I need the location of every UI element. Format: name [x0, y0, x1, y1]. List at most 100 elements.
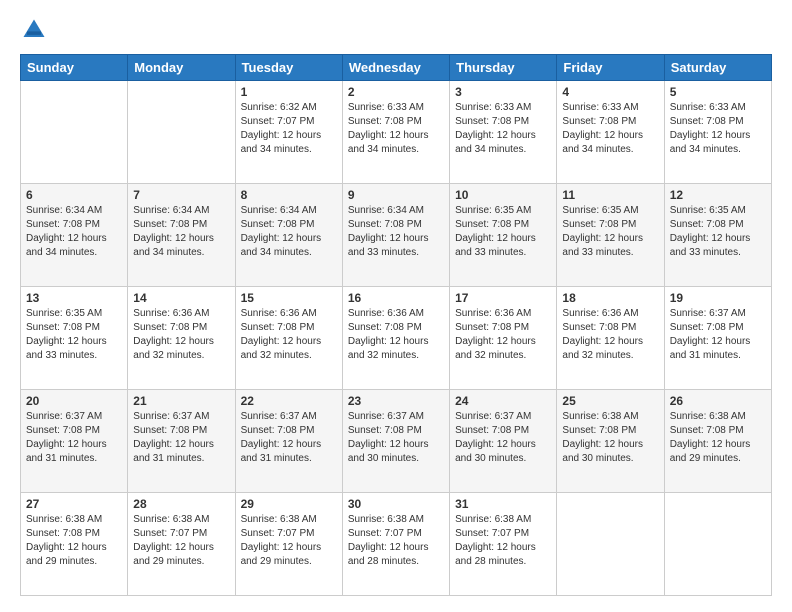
- day-info: Sunrise: 6:37 AM Sunset: 7:08 PM Dayligh…: [348, 410, 444, 466]
- day-number: 6: [26, 188, 122, 202]
- calendar-week-row: 1 Sunrise: 6:32 AM Sunset: 7:07 PM Daylig…: [21, 81, 772, 184]
- day-number: 13: [26, 291, 122, 305]
- calendar-cell: [21, 81, 128, 184]
- day-info: Sunrise: 6:35 AM Sunset: 7:08 PM Dayligh…: [670, 204, 766, 260]
- day-info: Sunrise: 6:33 AM Sunset: 7:08 PM Dayligh…: [562, 101, 658, 157]
- calendar-header-row: SundayMondayTuesdayWednesdayThursdayFrid…: [21, 55, 772, 81]
- day-info: Sunrise: 6:34 AM Sunset: 7:08 PM Dayligh…: [348, 204, 444, 260]
- day-number: 12: [670, 188, 766, 202]
- calendar-cell: 18 Sunrise: 6:36 AM Sunset: 7:08 PM Dayli…: [557, 287, 664, 390]
- calendar-cell: 6 Sunrise: 6:34 AM Sunset: 7:08 PM Daylig…: [21, 184, 128, 287]
- calendar-week-row: 20 Sunrise: 6:37 AM Sunset: 7:08 PM Dayli…: [21, 390, 772, 493]
- day-number: 2: [348, 85, 444, 99]
- calendar-cell: 14 Sunrise: 6:36 AM Sunset: 7:08 PM Dayli…: [128, 287, 235, 390]
- day-number: 9: [348, 188, 444, 202]
- day-number: 16: [348, 291, 444, 305]
- calendar-cell: 12 Sunrise: 6:35 AM Sunset: 7:08 PM Dayli…: [664, 184, 771, 287]
- day-info: Sunrise: 6:37 AM Sunset: 7:08 PM Dayligh…: [455, 410, 551, 466]
- day-info: Sunrise: 6:34 AM Sunset: 7:08 PM Dayligh…: [133, 204, 229, 260]
- day-number: 7: [133, 188, 229, 202]
- day-info: Sunrise: 6:32 AM Sunset: 7:07 PM Dayligh…: [241, 101, 337, 157]
- calendar-cell: 17Sunrise: 6:36 AM Sunset: 7:08 PM Dayli…: [450, 287, 557, 390]
- day-info: Sunrise: 6:35 AM Sunset: 7:08 PM Dayligh…: [455, 204, 551, 260]
- day-number: 27: [26, 497, 122, 511]
- calendar-cell: 9 Sunrise: 6:34 AM Sunset: 7:08 PM Daylig…: [342, 184, 449, 287]
- calendar-cell: 22 Sunrise: 6:37 AM Sunset: 7:08 PM Dayli…: [235, 390, 342, 493]
- page: SundayMondayTuesdayWednesdayThursdayFrid…: [0, 0, 792, 612]
- day-number: 3: [455, 85, 551, 99]
- day-info: Sunrise: 6:38 AM Sunset: 7:08 PM Dayligh…: [26, 513, 122, 569]
- day-number: 21: [133, 394, 229, 408]
- calendar-table: SundayMondayTuesdayWednesdayThursdayFrid…: [20, 54, 772, 596]
- calendar-cell: 26 Sunrise: 6:38 AM Sunset: 7:08 PM Dayli…: [664, 390, 771, 493]
- day-info: Sunrise: 6:38 AM Sunset: 7:08 PM Dayligh…: [670, 410, 766, 466]
- day-info: Sunrise: 6:33 AM Sunset: 7:08 PM Dayligh…: [348, 101, 444, 157]
- calendar-cell: 30Sunrise: 6:38 AM Sunset: 7:07 PM Dayli…: [342, 493, 449, 596]
- day-number: 20: [26, 394, 122, 408]
- calendar-cell: 5 Sunrise: 6:33 AM Sunset: 7:08 PM Daylig…: [664, 81, 771, 184]
- calendar-cell: 16 Sunrise: 6:36 AM Sunset: 7:08 PM Dayli…: [342, 287, 449, 390]
- calendar-cell: 25 Sunrise: 6:38 AM Sunset: 7:08 PM Dayli…: [557, 390, 664, 493]
- calendar-cell: 29Sunrise: 6:38 AM Sunset: 7:07 PM Dayli…: [235, 493, 342, 596]
- logo-icon: [20, 16, 48, 44]
- calendar-cell: [128, 81, 235, 184]
- calendar-cell: [664, 493, 771, 596]
- day-number: 18: [562, 291, 658, 305]
- day-info: Sunrise: 6:37 AM Sunset: 7:08 PM Dayligh…: [133, 410, 229, 466]
- calendar-cell: 11 Sunrise: 6:35 AM Sunset: 7:08 PM Dayli…: [557, 184, 664, 287]
- day-info: Sunrise: 6:38 AM Sunset: 7:07 PM Dayligh…: [133, 513, 229, 569]
- day-info: Sunrise: 6:36 AM Sunset: 7:08 PM Dayligh…: [241, 307, 337, 363]
- calendar-cell: 3 Sunrise: 6:33 AM Sunset: 7:08 PM Daylig…: [450, 81, 557, 184]
- calendar-week-row: 13 Sunrise: 6:35 AM Sunset: 7:08 PM Dayli…: [21, 287, 772, 390]
- calendar-cell: 8 Sunrise: 6:34 AM Sunset: 7:08 PM Daylig…: [235, 184, 342, 287]
- day-number: 19: [670, 291, 766, 305]
- day-number: 5: [670, 85, 766, 99]
- calendar-week-row: 6 Sunrise: 6:34 AM Sunset: 7:08 PM Daylig…: [21, 184, 772, 287]
- calendar-day-header: Sunday: [21, 55, 128, 81]
- day-number: 22: [241, 394, 337, 408]
- calendar-day-header: Saturday: [664, 55, 771, 81]
- calendar-cell: 2 Sunrise: 6:33 AM Sunset: 7:08 PM Daylig…: [342, 81, 449, 184]
- day-info: Sunrise: 6:37 AM Sunset: 7:08 PM Dayligh…: [26, 410, 122, 466]
- day-number: 26: [670, 394, 766, 408]
- day-number: 14: [133, 291, 229, 305]
- day-number: 25: [562, 394, 658, 408]
- header: [20, 16, 772, 44]
- day-info: Sunrise: 6:36 AM Sunset: 7:08 PM Dayligh…: [455, 307, 551, 363]
- calendar-cell: 10Sunrise: 6:35 AM Sunset: 7:08 PM Dayli…: [450, 184, 557, 287]
- day-info: Sunrise: 6:38 AM Sunset: 7:08 PM Dayligh…: [562, 410, 658, 466]
- day-info: Sunrise: 6:37 AM Sunset: 7:08 PM Dayligh…: [670, 307, 766, 363]
- day-number: 8: [241, 188, 337, 202]
- day-info: Sunrise: 6:36 AM Sunset: 7:08 PM Dayligh…: [133, 307, 229, 363]
- day-number: 31: [455, 497, 551, 511]
- day-info: Sunrise: 6:34 AM Sunset: 7:08 PM Dayligh…: [241, 204, 337, 260]
- calendar-cell: 28 Sunrise: 6:38 AM Sunset: 7:07 PM Dayli…: [128, 493, 235, 596]
- day-number: 29: [241, 497, 337, 511]
- day-info: Sunrise: 6:36 AM Sunset: 7:08 PM Dayligh…: [562, 307, 658, 363]
- calendar-cell: 21 Sunrise: 6:37 AM Sunset: 7:08 PM Dayli…: [128, 390, 235, 493]
- day-number: 1: [241, 85, 337, 99]
- calendar-cell: 15Sunrise: 6:36 AM Sunset: 7:08 PM Dayli…: [235, 287, 342, 390]
- day-info: Sunrise: 6:33 AM Sunset: 7:08 PM Dayligh…: [670, 101, 766, 157]
- calendar-week-row: 27 Sunrise: 6:38 AM Sunset: 7:08 PM Dayli…: [21, 493, 772, 596]
- calendar-cell: 13 Sunrise: 6:35 AM Sunset: 7:08 PM Dayli…: [21, 287, 128, 390]
- calendar-cell: 20 Sunrise: 6:37 AM Sunset: 7:08 PM Dayli…: [21, 390, 128, 493]
- day-number: 11: [562, 188, 658, 202]
- day-info: Sunrise: 6:38 AM Sunset: 7:07 PM Dayligh…: [455, 513, 551, 569]
- calendar-cell: 7 Sunrise: 6:34 AM Sunset: 7:08 PM Daylig…: [128, 184, 235, 287]
- day-info: Sunrise: 6:34 AM Sunset: 7:08 PM Dayligh…: [26, 204, 122, 260]
- day-info: Sunrise: 6:35 AM Sunset: 7:08 PM Dayligh…: [26, 307, 122, 363]
- day-info: Sunrise: 6:36 AM Sunset: 7:08 PM Dayligh…: [348, 307, 444, 363]
- calendar-cell: 1 Sunrise: 6:32 AM Sunset: 7:07 PM Daylig…: [235, 81, 342, 184]
- calendar-day-header: Wednesday: [342, 55, 449, 81]
- day-info: Sunrise: 6:38 AM Sunset: 7:07 PM Dayligh…: [348, 513, 444, 569]
- day-number: 24: [455, 394, 551, 408]
- calendar-day-header: Thursday: [450, 55, 557, 81]
- calendar-day-header: Friday: [557, 55, 664, 81]
- day-info: Sunrise: 6:37 AM Sunset: 7:08 PM Dayligh…: [241, 410, 337, 466]
- day-number: 28: [133, 497, 229, 511]
- day-info: Sunrise: 6:33 AM Sunset: 7:08 PM Dayligh…: [455, 101, 551, 157]
- day-info: Sunrise: 6:35 AM Sunset: 7:08 PM Dayligh…: [562, 204, 658, 260]
- calendar-day-header: Tuesday: [235, 55, 342, 81]
- calendar-cell: 24 Sunrise: 6:37 AM Sunset: 7:08 PM Dayli…: [450, 390, 557, 493]
